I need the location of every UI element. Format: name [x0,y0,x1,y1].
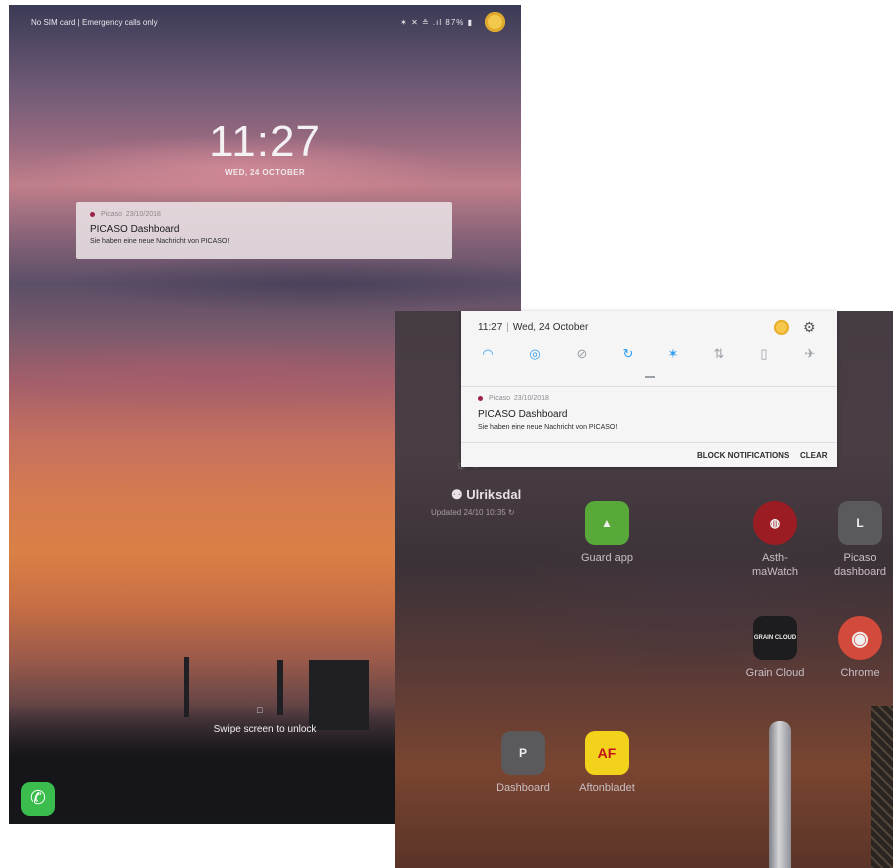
notification-meta: Picaso 23/10/2018 [90,211,161,218]
notification-date: 23/10/2018 [125,211,161,218]
aftonbladet-icon: AF [585,731,629,775]
app-label: Aftonbladet [579,782,635,794]
system-status-icons: ✶ ✕ ≗ .ıl 87% ▮ [400,18,473,27]
picaso-app-icon [90,211,95,217]
asthmawatch-icon: ◍ [753,501,797,545]
dashboard-icon: P [501,731,545,775]
app-dashboard[interactable]: P Dashboard [488,731,558,795]
light-tower [184,657,189,717]
block-notifications-button[interactable]: BLOCK NOTIFICATIONS [697,451,789,460]
grain-cloud-icon: GRAIN CLOUD [753,616,797,660]
panel-divider [461,386,837,387]
status-bar: No SIM card | Emergency calls only ✶ ✕ ≗… [9,5,521,39]
panel-separator: | [506,322,509,333]
bluetooth-icon[interactable]: ✶ [663,345,683,363]
picaso-dashboard-icon: L [838,501,882,545]
panel-header: 11:27 | Wed, 24 October [478,322,588,333]
data-transfer-icon[interactable]: ⇅ [709,345,729,363]
clear-button[interactable]: CLEAR [800,451,828,460]
lock-clock: 11:27 [209,117,321,166]
lock-date: WED, 24 OCTOBER [224,168,306,177]
panel-date: Wed, 24 October [512,322,589,333]
notification-date: 23/10/2018 [513,395,549,402]
notification-body: Sie haben eine neue Nachricht von PICASO… [90,238,230,245]
app-label: Picaso dashboard [834,552,886,578]
notification-title: PICASO Dashboard [90,224,180,235]
assistant-orb-icon[interactable] [485,12,505,32]
notification-meta: Picaso 23/10/2018 [478,395,549,402]
app-label: Grain Cloud [745,667,805,679]
mute-icon[interactable]: ⊘ [572,345,592,363]
panel-divider [461,442,837,443]
lock-notification-card[interactable]: Picaso 23/10/2018 PICASO Dashboard Sie h… [76,202,452,259]
panel-time: 11:27 [478,322,503,333]
app-label: Asth- maWatch [751,552,799,578]
app-label: Dashboard [496,782,550,794]
panel-drag-handle[interactable] [645,376,655,378]
launch-tower [309,660,369,730]
notification-title[interactable]: PICASO Dashboard [478,409,568,420]
airplane-mode-icon[interactable]: ✈ [800,345,820,363]
app-grain-cloud[interactable]: GRAIN CLOUD Grain Cloud [740,616,810,680]
weather-location[interactable]: ⚉ Ulriksdal [451,487,521,503]
app-guard-app[interactable]: ▲ Guard app [572,501,642,565]
guard-app-icon: ▲ [585,501,629,545]
notification-body[interactable]: Sie haben eine neue Nachricht von PICASO… [478,424,617,431]
auto-rotate-icon[interactable]: ↻ [618,345,638,363]
phone-shortcut-icon[interactable]: ✆ [21,782,55,816]
chrome-icon: ◉ [838,616,882,660]
notification-app-name: Picaso [489,395,511,402]
app-label: Guard app [581,552,633,564]
weather-updated[interactable]: Updated 24/10 10:35 ↻ [431,508,515,517]
wifi-icon[interactable]: ◠ [478,345,498,363]
notification-app-name: Picaso [101,211,123,218]
unlock-lock-icon: □ [257,705,263,715]
power-saving-icon[interactable]: ▯ [754,345,774,363]
app-chrome[interactable]: ◉ Chrome [825,616,893,680]
launch-tower [871,706,893,868]
assistant-orb-icon[interactable] [774,320,789,335]
app-label: Chrome [840,667,880,679]
app-picaso-dashboard[interactable]: L Picaso dashboard [825,501,893,579]
settings-icon[interactable]: ⚙ [803,319,816,336]
location-icon[interactable]: ◎ [525,345,545,363]
app-asthmawatch[interactable]: ◍ Asth- maWatch [740,501,810,579]
notification-panel: 11:27 | Wed, 24 October ⚙ ◠ ◎ ⊘ ↻ ✶ ⇅ ▯ ✈ … [461,311,837,467]
carrier-status: No SIM card | Emergency calls only [31,18,158,27]
light-tower [277,660,283,715]
app-aftonbladet[interactable]: AF Aftonbladet [572,731,642,795]
picaso-app-icon [478,395,483,401]
rocket-illustration [769,721,791,868]
